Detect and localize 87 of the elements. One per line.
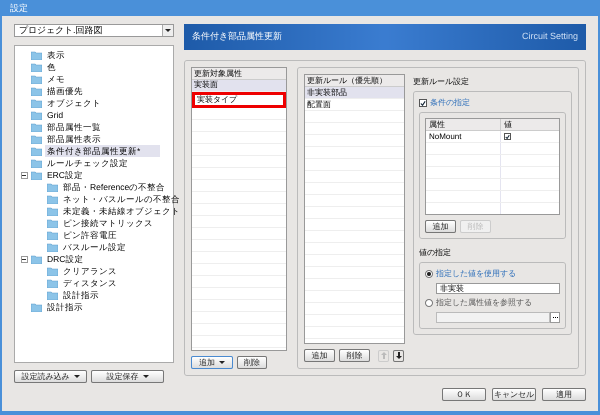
option-label: 指定した属性値を参照する bbox=[436, 297, 532, 309]
arrow-up-icon bbox=[380, 352, 386, 359]
folder-icon bbox=[47, 182, 58, 192]
tree-item[interactable]: 設計指示 bbox=[45, 301, 85, 313]
list-item[interactable]: 非実装部品 bbox=[305, 87, 404, 99]
tree-item[interactable]: ピン許容電圧 bbox=[61, 229, 119, 241]
radio-button[interactable] bbox=[425, 299, 433, 307]
tree-item[interactable]: 部品・Referenceの不整合 bbox=[61, 181, 168, 193]
table-cell: NoMount bbox=[426, 131, 501, 142]
action-button[interactable]: 設定保存 bbox=[91, 370, 164, 383]
list-item[interactable]: 配置面 bbox=[305, 99, 404, 111]
folder-icon bbox=[31, 146, 42, 156]
section-title: 値の指定 bbox=[419, 247, 452, 259]
action-button[interactable]: 追加 bbox=[304, 349, 335, 362]
folder-icon bbox=[31, 98, 42, 108]
folder-icon bbox=[47, 230, 58, 240]
folder-icon bbox=[31, 122, 42, 132]
caret-icon bbox=[219, 361, 225, 364]
caret-icon bbox=[165, 29, 171, 32]
section-title: 更新ルール設定 bbox=[413, 76, 470, 88]
collapse-icon[interactable] bbox=[20, 256, 28, 262]
folder-icon bbox=[31, 86, 42, 96]
tree-item[interactable]: クリアランス bbox=[61, 265, 119, 277]
arrow-down-icon bbox=[396, 352, 402, 359]
caret-icon bbox=[74, 375, 80, 378]
folder-icon bbox=[31, 50, 42, 60]
tree-item[interactable]: ネット・バスルールの不整合 bbox=[61, 193, 182, 205]
folder-icon bbox=[31, 254, 42, 264]
list-item[interactable]: 実装タイプ bbox=[192, 92, 286, 108]
action-button[interactable]: 追加 bbox=[425, 220, 456, 233]
column-header: 更新対象属性 bbox=[192, 68, 286, 80]
brand-label: Circuit Setting bbox=[522, 30, 578, 44]
action-button[interactable]: キャンセル bbox=[492, 388, 536, 401]
action-button[interactable]: 削除 bbox=[237, 356, 267, 369]
tree-item[interactable]: メモ bbox=[45, 73, 67, 85]
tree-item[interactable]: 未定義・未結線オブジェクト bbox=[61, 205, 182, 217]
tree-item[interactable]: 条件付き部品属性更新* bbox=[45, 145, 160, 157]
folder-icon bbox=[47, 206, 58, 216]
more-icon[interactable] bbox=[550, 312, 560, 323]
folder-icon bbox=[47, 242, 58, 252]
folder-icon bbox=[31, 302, 42, 312]
tree-item[interactable]: Grid bbox=[45, 109, 66, 121]
tree-item[interactable]: 表示 bbox=[45, 49, 67, 61]
folder-icon bbox=[31, 158, 42, 168]
list-item[interactable]: 実装面 bbox=[192, 80, 286, 92]
folder-icon bbox=[47, 218, 58, 228]
tree-item[interactable]: ピン接続マトリックス bbox=[61, 217, 155, 229]
tree-item[interactable]: ルールチェック設定 bbox=[45, 157, 130, 169]
folder-icon bbox=[31, 134, 42, 144]
tree-item[interactable]: 描画優先 bbox=[45, 85, 85, 97]
column-header: 値 bbox=[503, 119, 513, 130]
tree-item[interactable]: DRC設定 bbox=[45, 253, 86, 265]
folder-icon bbox=[31, 62, 42, 72]
value-field[interactable]: 非実装 bbox=[436, 283, 560, 294]
action-button[interactable]: 適用 bbox=[542, 388, 586, 401]
tree-item[interactable]: 色 bbox=[45, 61, 58, 73]
folder-icon bbox=[47, 194, 58, 204]
header-title: 条件付き部品属性更新 bbox=[192, 30, 282, 44]
action-button[interactable]: 削除 bbox=[339, 349, 370, 362]
folder-icon bbox=[47, 266, 58, 276]
folder-icon bbox=[47, 278, 58, 288]
tree-item[interactable]: 設計指示 bbox=[61, 289, 101, 301]
column-header: 更新ルール（優先順） bbox=[305, 75, 404, 87]
folder-icon bbox=[31, 170, 42, 180]
tree-item[interactable]: オブジェクト bbox=[45, 97, 103, 109]
window-title: 設定 bbox=[10, 2, 28, 16]
column-header: 属性 bbox=[426, 119, 501, 130]
collapse-icon[interactable] bbox=[20, 172, 28, 178]
action-button[interactable]: 設定読み込み bbox=[14, 370, 87, 383]
tree-item[interactable]: ディスタンス bbox=[61, 277, 119, 289]
folder-icon bbox=[31, 110, 42, 120]
value-checkbox[interactable] bbox=[504, 133, 511, 140]
tree-item[interactable]: 部品属性一覧 bbox=[45, 121, 103, 133]
folder-icon bbox=[31, 74, 42, 84]
option-label: 指定した値を使用する bbox=[436, 268, 516, 280]
move-down-button[interactable] bbox=[393, 350, 404, 362]
folder-icon bbox=[47, 290, 58, 300]
condition-label: 条件の指定 bbox=[430, 97, 470, 109]
scope-dropdown[interactable]: プロジェクト.回路図 bbox=[14, 24, 174, 37]
tree-item[interactable]: バスルール設定 bbox=[61, 241, 128, 253]
radio-button[interactable] bbox=[425, 270, 433, 278]
condition-checkbox[interactable] bbox=[419, 99, 427, 107]
attribute-field[interactable] bbox=[436, 312, 550, 323]
caret-icon bbox=[142, 375, 148, 378]
tree-item[interactable]: ERC設定 bbox=[45, 169, 85, 181]
action-button[interactable]: ＯＫ bbox=[442, 388, 486, 401]
tree-item[interactable]: 部品属性表示 bbox=[45, 133, 103, 145]
